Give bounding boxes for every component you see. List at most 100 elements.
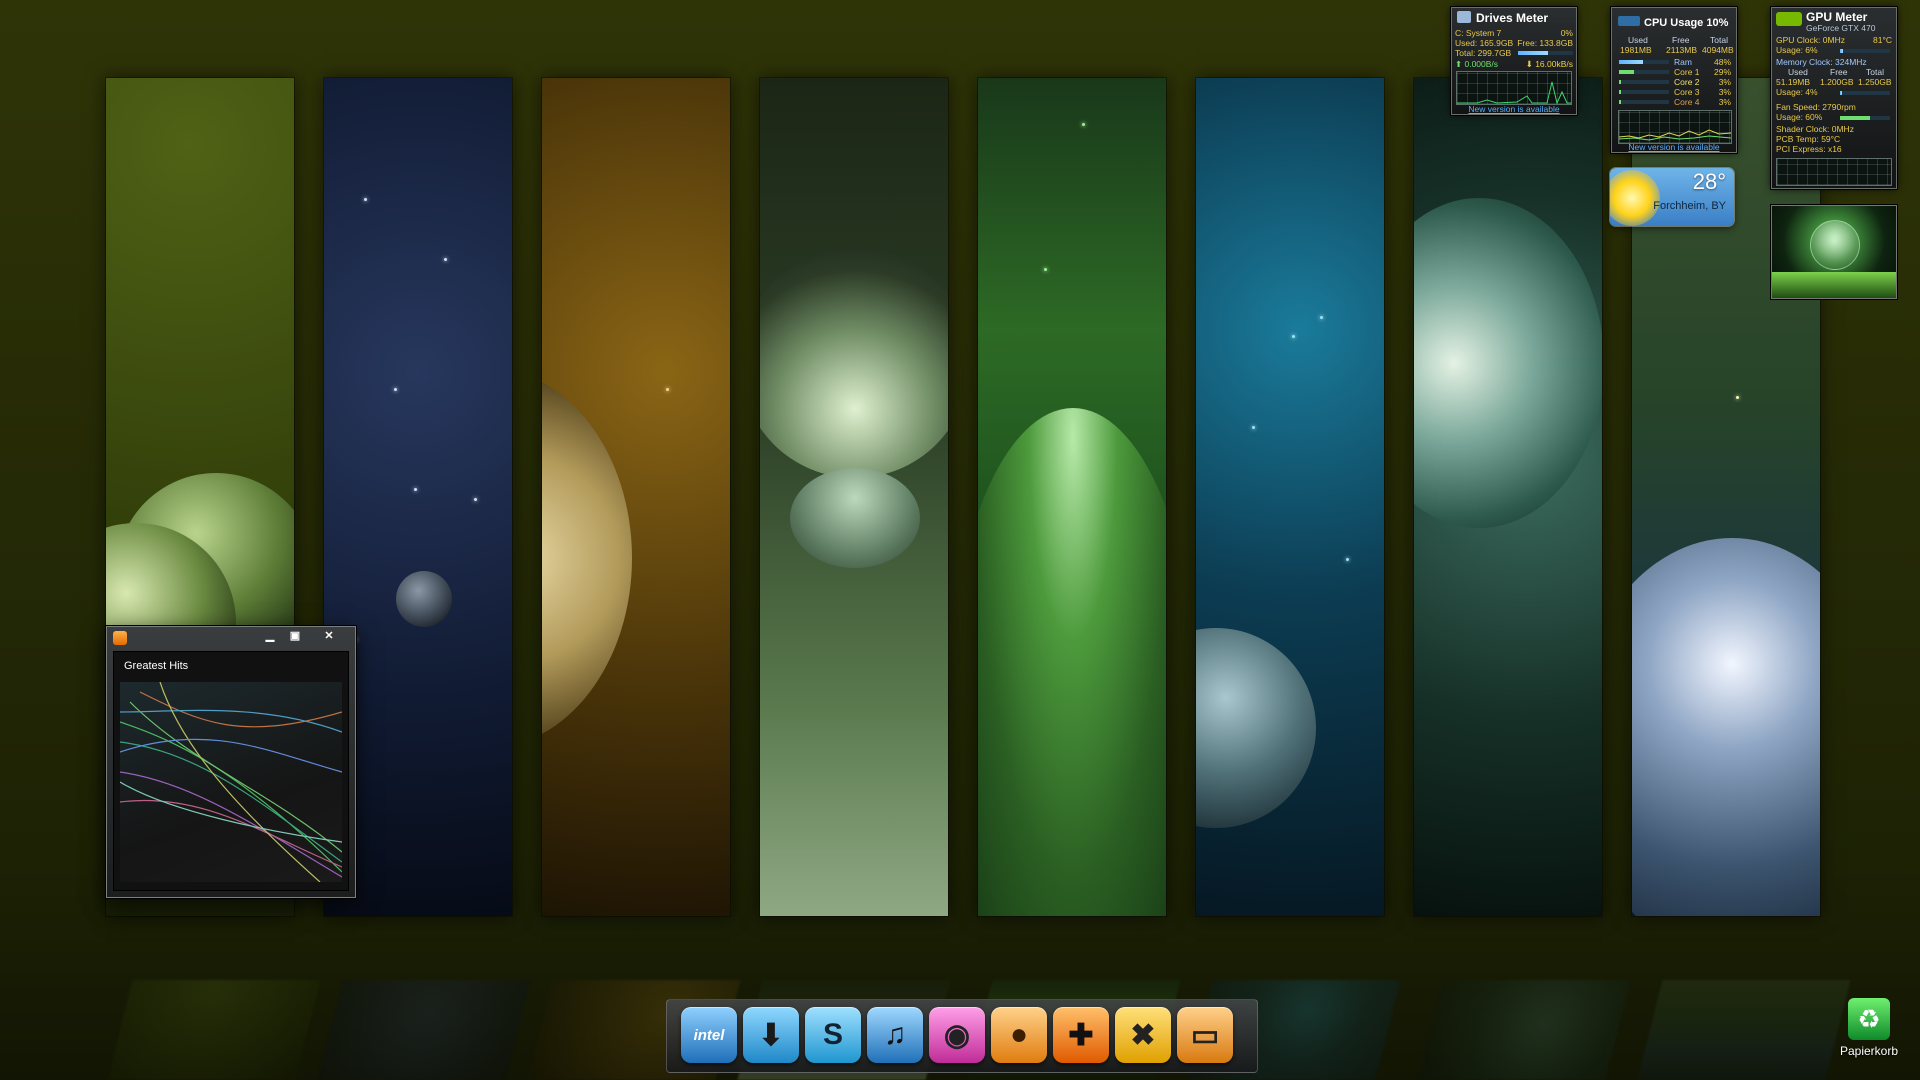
cpu-row-core-2: Core 2 3%	[1619, 77, 1731, 87]
gpu-model: GeForce GTX 470	[1806, 23, 1876, 33]
gpu-mem-usage: Usage: 4%	[1776, 87, 1818, 97]
drive-percent: 0%	[1560, 28, 1573, 38]
cpu-header-total: Total	[1710, 35, 1728, 45]
cpu-usage-title: CPU Usage 10%	[1644, 17, 1729, 29]
gpu-temp: 81°C	[1873, 35, 1892, 45]
weather-temperature: 28°	[1692, 169, 1726, 194]
skype-icon[interactable]: S	[805, 1007, 861, 1063]
drive-write-value: 16.00kB/s	[1535, 59, 1573, 69]
cpu-row-label: Core 4	[1674, 97, 1700, 107]
cpu-row-label: Core 2	[1674, 77, 1700, 87]
cpu-header-used: Used	[1628, 35, 1648, 45]
gpu-shader-clock: Shader Clock: 0MHz	[1776, 124, 1854, 134]
cpu-header-free: Free	[1672, 35, 1690, 45]
cpu-usage-gadget[interactable]: CPU Usage 10% Used Free Total 1981MB 211…	[1611, 7, 1737, 153]
cpu-row-label: Core 1	[1674, 67, 1700, 77]
download-icon[interactable]: ⬇	[743, 1007, 799, 1063]
drive-write-rate: ⬇ 16.00kB/s	[1525, 59, 1573, 69]
music-icon[interactable]: ♫	[867, 1007, 923, 1063]
maximize-button[interactable]: ▣	[284, 629, 306, 643]
cpu-row-label: Ram	[1674, 57, 1692, 67]
media-player-content: Greatest Hits	[113, 651, 349, 891]
cpu-icon	[1618, 16, 1640, 26]
cpu-core-list: Ram 48% Core 1 29% Core 2 3% Core 3 3% C…	[1619, 57, 1731, 107]
recycle-bin[interactable]: ♻ Papierkorb	[1832, 998, 1906, 1068]
cpu-value-free: 2113MB	[1666, 45, 1698, 55]
gamepad-icon[interactable]: ✚	[1053, 1007, 1109, 1063]
display-icon[interactable]: ▭	[1177, 1007, 1233, 1063]
cpu-row-bar	[1619, 90, 1669, 94]
dock-bar: intel ⬇ S ♫ ◉ ● ✚ ✖ ▭	[666, 999, 1258, 1073]
wallpaper-panel-7	[1414, 78, 1602, 916]
drive-activity-graph	[1456, 71, 1572, 105]
drives-update-link[interactable]: New version is available	[1452, 104, 1576, 114]
drives-meter-title: Drives Meter	[1476, 11, 1549, 25]
gpu-fan-usage-bar	[1840, 116, 1890, 120]
cpu-history-graph	[1618, 110, 1732, 144]
cpu-row-ram: Ram 48%	[1619, 57, 1731, 67]
wallpaper-panel-6	[1196, 78, 1384, 916]
drive-used: Used: 165.9GB	[1455, 38, 1514, 48]
recycle-bin-icon: ♻	[1848, 998, 1890, 1040]
drive-read-rate: ⬆ 0.000B/s	[1455, 59, 1499, 69]
gpu-mem-total: 1.250GB	[1858, 77, 1892, 87]
drives-meter-gadget[interactable]: Drives Meter C: System 7 0% Used: 165.9G…	[1451, 7, 1577, 115]
gpu-fan-usage: Usage: 60%	[1776, 112, 1823, 122]
intel-icon[interactable]: intel	[681, 1007, 737, 1063]
gpu-pci-express: PCI Express: x16	[1776, 144, 1842, 154]
cpu-row-core-3: Core 3 3%	[1619, 87, 1731, 97]
album-title: Greatest Hits	[124, 660, 189, 672]
camera-icon[interactable]: ◉	[929, 1007, 985, 1063]
firefox-icon[interactable]: ●	[991, 1007, 1047, 1063]
weather-gadget[interactable]: 28° Forchheim, BY	[1610, 168, 1734, 226]
slideshow-gadget[interactable]	[1771, 205, 1897, 299]
drives-icon	[1457, 11, 1471, 23]
reflection-2	[317, 980, 531, 1080]
cpu-row-bar	[1619, 60, 1669, 64]
gpu-usage-bar	[1840, 49, 1890, 53]
gpu-history-graph	[1776, 158, 1892, 186]
cpu-row-value: 29%	[1713, 67, 1731, 77]
cpu-row-core-1: Core 1 29%	[1619, 67, 1731, 77]
slideshow-ground	[1772, 272, 1896, 298]
cpu-row-core-4: Core 4 3%	[1619, 97, 1731, 107]
visualization	[120, 682, 342, 882]
tools-icon[interactable]: ✖	[1115, 1007, 1171, 1063]
nvidia-icon	[1776, 12, 1802, 26]
minimize-button[interactable]: ▁	[259, 629, 281, 643]
drive-free: Free: 133.8GB	[1517, 38, 1573, 48]
gpu-usage: Usage: 6%	[1776, 45, 1818, 55]
gpu-mem-usage-bar	[1840, 91, 1890, 95]
cpu-row-value: 3%	[1718, 87, 1731, 97]
sun-icon	[1610, 170, 1660, 226]
cpu-row-bar	[1619, 70, 1669, 74]
reflection-8	[1637, 980, 1851, 1080]
drive-name: C: System 7	[1455, 28, 1502, 38]
drive-total: Total: 299.7GB	[1455, 48, 1512, 58]
gpu-memory-clock: Memory Clock: 324MHz	[1776, 57, 1867, 67]
gpu-mem-header-total: Total	[1866, 67, 1884, 77]
media-player-icon[interactable]	[113, 631, 127, 645]
recycle-bin-label: Papierkorb	[1839, 1044, 1899, 1058]
cpu-row-value: 3%	[1718, 97, 1731, 107]
close-button[interactable]: ✕	[315, 629, 343, 643]
wallpaper-panel-4	[760, 78, 948, 916]
reflection-1	[107, 980, 321, 1080]
wallpaper-panel-5	[978, 78, 1166, 916]
gpu-mem-used: 51.19MB	[1776, 77, 1811, 87]
cpu-row-label: Core 3	[1674, 87, 1700, 97]
cpu-row-bar	[1619, 100, 1669, 104]
gpu-mem-header-used: Used	[1788, 67, 1808, 77]
gpu-meter-gadget[interactable]: GPU Meter GeForce GTX 470 GPU Clock: 0MH…	[1771, 7, 1897, 189]
slideshow-image	[1810, 220, 1860, 270]
cpu-row-bar	[1619, 80, 1669, 84]
weather-location: Forchheim, BY	[1653, 200, 1726, 212]
drive-read-value: 0.000B/s	[1464, 59, 1499, 69]
cpu-value-total: 4094MB	[1702, 45, 1734, 55]
media-player-window[interactable]: ▁ ▣ ✕ Greatest Hits	[106, 626, 356, 898]
wallpaper-panel-3	[542, 78, 730, 916]
cpu-row-value: 3%	[1718, 77, 1731, 87]
gpu-mem-header-free: Free	[1830, 67, 1848, 77]
cpu-row-value: 48%	[1713, 57, 1731, 67]
cpu-update-link[interactable]: New version is available	[1612, 142, 1736, 152]
